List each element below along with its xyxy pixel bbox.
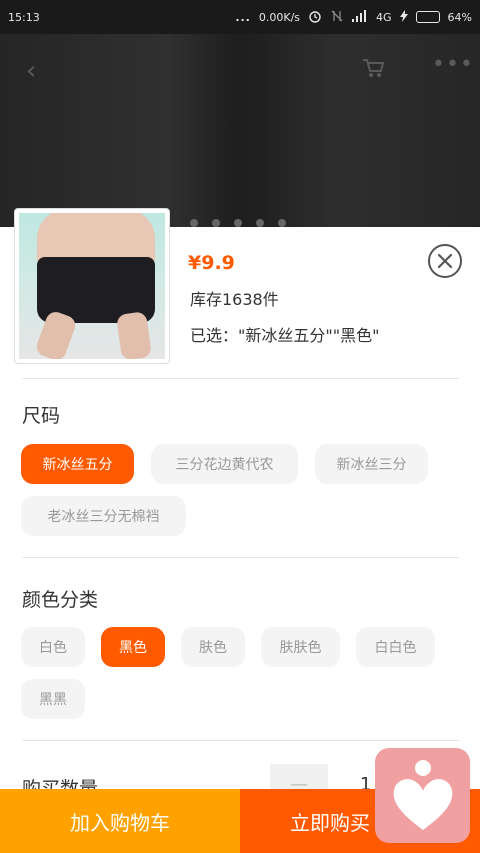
color-option[interactable]: 黑色	[101, 627, 165, 667]
carousel-dot	[234, 219, 242, 227]
status-bar: 15:13 ... 0.00K/s 4G 64%	[0, 0, 480, 34]
color-option[interactable]: 肤色	[181, 627, 245, 667]
more-icon: •••	[432, 52, 474, 77]
floating-assistant-button[interactable]	[375, 748, 470, 843]
size-option[interactable]: 老冰丝三分无棉裆	[21, 496, 186, 536]
status-icons: ... 0.00K/s 4G 64%	[235, 9, 472, 26]
battery-icon	[415, 11, 440, 23]
close-button[interactable]	[428, 244, 462, 278]
carousel-dot	[212, 219, 220, 227]
product-photo	[19, 213, 165, 359]
carousel-dots	[190, 219, 286, 227]
notification-dots: ...	[235, 10, 251, 24]
size-option[interactable]: 新冰丝五分	[21, 444, 134, 484]
close-icon	[437, 253, 453, 269]
heart-person-icon	[393, 759, 452, 830]
color-option[interactable]: 黑黑	[21, 679, 85, 719]
size-section-title: 尺码	[22, 405, 61, 427]
divider	[22, 740, 459, 741]
size-option[interactable]: 新冰丝三分	[315, 444, 428, 484]
network-type: 4G	[376, 10, 392, 24]
stock-count: 库存1638件	[190, 290, 279, 309]
chevron-left-icon: ‹	[26, 56, 37, 86]
carousel-dot	[256, 219, 264, 227]
cart-icon	[362, 58, 385, 83]
product-price: ¥9.9	[188, 252, 235, 274]
color-option[interactable]: 肤肤色	[261, 627, 340, 667]
status-time: 15:13	[8, 10, 40, 24]
product-thumbnail[interactable]	[14, 208, 170, 364]
battery-percent: 64%	[447, 10, 472, 24]
divider	[22, 557, 459, 558]
network-speed: 0.00K/s	[258, 10, 301, 24]
charging-icon	[399, 9, 408, 25]
alarm-icon	[308, 9, 322, 26]
color-section-title: 颜色分类	[22, 589, 99, 611]
carousel-dot	[278, 219, 286, 227]
color-option[interactable]: 白色	[21, 627, 85, 667]
signal-icon	[352, 9, 368, 25]
product-image-backdrop: ‹ •••	[0, 34, 480, 227]
selected-options: 已选："新冰丝五分""黑色"	[190, 326, 380, 345]
carousel-dot	[190, 219, 198, 227]
divider	[22, 378, 459, 379]
vibrate-icon	[330, 9, 344, 26]
color-option[interactable]: 白白色	[356, 627, 435, 667]
size-option[interactable]: 三分花边黄代农	[151, 444, 298, 484]
add-to-cart-button[interactable]: 加入购物车	[0, 789, 240, 853]
